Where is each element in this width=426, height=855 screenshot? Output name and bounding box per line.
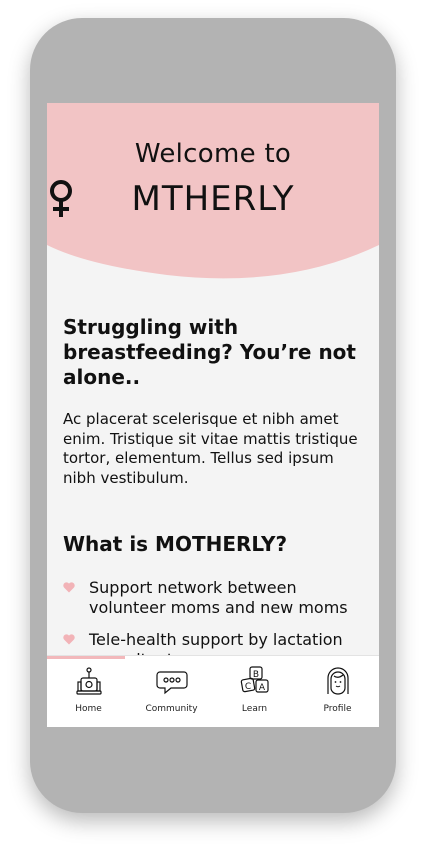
hero-banner: Welcome to M THERLY xyxy=(47,103,379,283)
brand-logo: M THERLY xyxy=(47,179,379,219)
list-item: Support network between volunteer moms a… xyxy=(63,578,363,618)
app-screen: Welcome to M THERLY Struggling with brea… xyxy=(47,103,379,727)
active-tab-indicator xyxy=(47,656,125,659)
heart-icon xyxy=(63,582,75,593)
venus-symbol-icon xyxy=(50,180,72,217)
tab-label: Community xyxy=(145,704,198,714)
profile-icon xyxy=(326,667,349,695)
welcome-text: Welcome to xyxy=(134,139,292,169)
home-icon xyxy=(75,667,102,695)
tab-learn[interactable]: B C A Learn xyxy=(213,664,296,714)
list-item-text: Support network between volunteer moms a… xyxy=(89,578,348,617)
community-icon xyxy=(155,671,188,695)
intro-paragraph: Ac placerat scelerisque et nibh amet eni… xyxy=(63,410,358,487)
bottom-tab-bar: Home Community B C A Learn Profile xyxy=(47,655,379,727)
brand-rest: THERLY xyxy=(161,179,295,219)
learn-icon: B C A xyxy=(240,666,269,693)
about-heading: What is MOTHERLY? xyxy=(63,532,288,556)
tab-home[interactable]: Home xyxy=(47,664,130,714)
main-content: Struggling with breastfeeding? You’re no… xyxy=(63,315,363,682)
tab-profile[interactable]: Profile xyxy=(296,664,379,714)
tab-label: Learn xyxy=(241,704,268,714)
heart-icon xyxy=(63,634,75,645)
tab-label: Home xyxy=(75,704,102,714)
svg-text:A: A xyxy=(258,683,265,693)
tab-community[interactable]: Community xyxy=(130,664,213,714)
brand-letter-m: M xyxy=(131,179,162,219)
svg-text:C: C xyxy=(244,682,250,692)
svg-text:B: B xyxy=(252,670,258,680)
intro-heading: Struggling with breastfeeding? You’re no… xyxy=(63,315,356,389)
tab-label: Profile xyxy=(323,704,352,714)
